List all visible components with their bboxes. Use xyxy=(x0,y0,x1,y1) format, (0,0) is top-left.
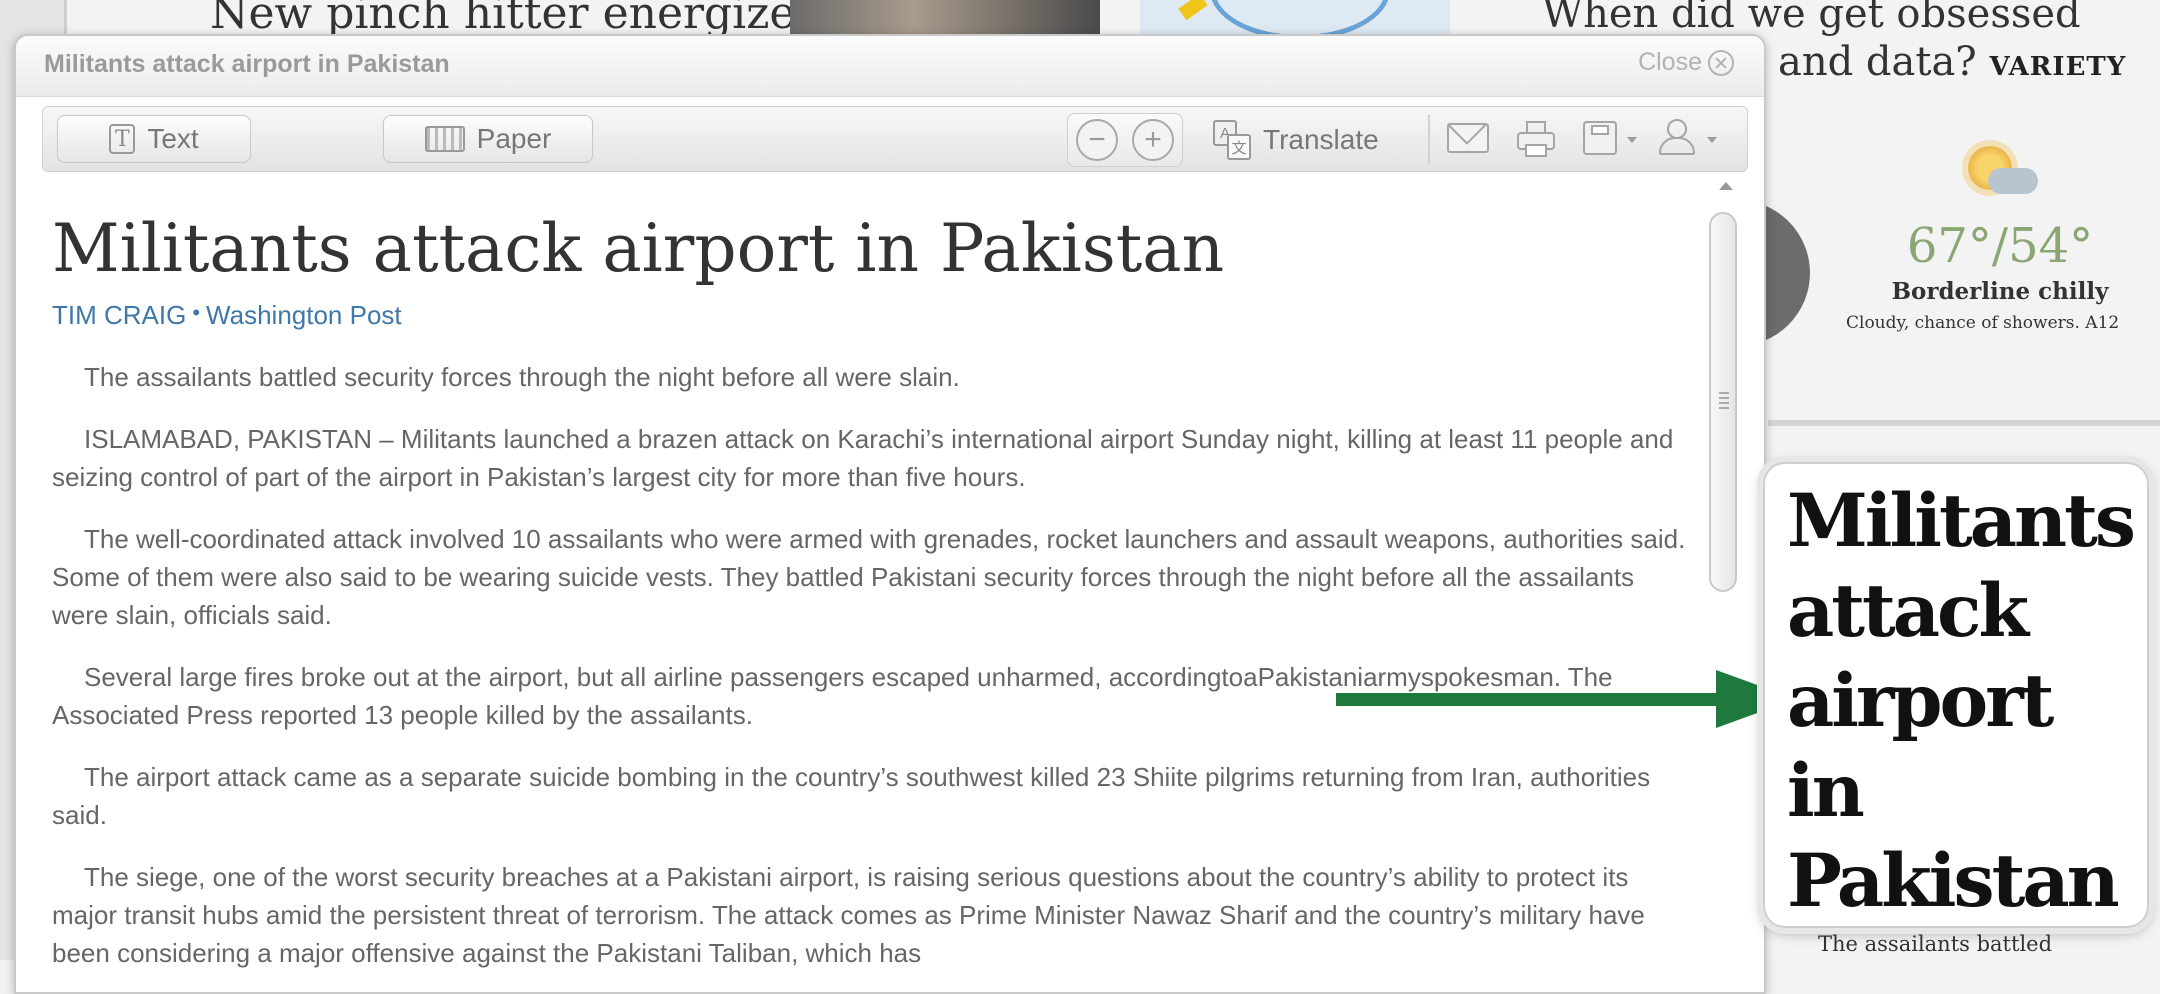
reader-window: Militants attack airport in Pakistan Clo… xyxy=(14,34,1766,994)
print-icon-paper xyxy=(1525,144,1547,157)
byline-separator: • xyxy=(192,300,201,325)
scrollbar-thumb[interactable] xyxy=(1709,212,1737,592)
save-caret-icon xyxy=(1627,137,1637,143)
translate-icon-back: 文 xyxy=(1227,134,1251,160)
article-paragraph: ISLAMABAD, PAKISTAN – Militants launched… xyxy=(52,424,1674,492)
reader-toolbar: T Text Paper − + A 文 Translate xyxy=(42,106,1748,172)
arrow-icon xyxy=(1336,670,1796,728)
save-icon xyxy=(1583,121,1617,155)
reader-titlebar: Militants attack airport in Pakistan Clo… xyxy=(16,36,1764,97)
paper-view-button[interactable]: Paper xyxy=(383,115,593,163)
save-button[interactable] xyxy=(1583,121,1643,163)
byline-publication[interactable]: Washington Post xyxy=(206,300,402,330)
paper-view-label: Paper xyxy=(476,123,552,154)
email-icon xyxy=(1447,123,1489,153)
zoom-out-icon[interactable]: − xyxy=(1076,119,1118,161)
headline-callout: Militants attack airport in Pakistan xyxy=(1763,462,2149,928)
article-byline: TIM CRAIG • Washington Post xyxy=(52,300,402,331)
share-icon xyxy=(1659,119,1699,155)
arrow-shaft xyxy=(1336,693,1724,706)
byline-author[interactable]: TIM CRAIG xyxy=(52,300,186,330)
translate-label: Translate xyxy=(1263,124,1379,155)
right-headline-line2-text: and data? xyxy=(1778,39,1977,85)
article-paragraph: The airport attack came as a separate su… xyxy=(52,762,1651,830)
background-article-snippet: The assailants battled xyxy=(1818,932,2053,956)
weather-detail: Cloudy, chance of showers. A12 xyxy=(1846,313,2120,333)
share-icon-head xyxy=(1667,119,1687,139)
translate-button[interactable]: A 文 Translate xyxy=(1213,117,1379,163)
translate-icon: A 文 xyxy=(1213,120,1253,160)
print-button[interactable] xyxy=(1517,121,1559,163)
weather-icon xyxy=(1960,140,2040,210)
text-icon: T xyxy=(109,124,136,154)
graphic-arc xyxy=(1210,0,1390,34)
text-view-button[interactable]: T Text xyxy=(57,115,251,163)
scroll-up-icon[interactable] xyxy=(1719,182,1733,190)
graphic-marker xyxy=(1178,0,1208,21)
weather-summary: Borderline chilly xyxy=(1891,278,2109,305)
zoom-controls: − + xyxy=(1067,113,1183,167)
share-caret-icon xyxy=(1707,137,1717,143)
background-photo xyxy=(790,0,1100,34)
background-divider xyxy=(1768,420,2160,426)
article-headline: Militants attack airport in Pakistan xyxy=(52,210,1225,287)
print-icon xyxy=(1517,121,1555,157)
weather-temperature: 67°/54° xyxy=(1906,218,2094,274)
share-icon-body xyxy=(1659,137,1695,155)
article-paragraph: The well-coordinated attack involved 10 … xyxy=(52,524,1686,630)
background-graphic xyxy=(1140,0,1450,36)
callout-headline: Militants attack airport in Pakistan xyxy=(1787,478,2136,924)
weather-widget: 67°/54° Borderline chilly Cloudy, chance… xyxy=(1840,140,2160,333)
headline-source: VARIETY xyxy=(1989,52,2127,82)
right-headline-line1: When did we get obsessed xyxy=(1542,0,2081,37)
article-paragraph: The assailants battled security forces t… xyxy=(84,362,960,392)
share-button[interactable] xyxy=(1659,119,1723,161)
article-content: Militants attack airport in Pakistan TIM… xyxy=(16,176,1716,992)
close-label: Close xyxy=(1638,48,1702,76)
close-button[interactable]: Close xyxy=(1638,48,1734,77)
close-icon xyxy=(1708,49,1734,76)
text-view-label: Text xyxy=(147,123,199,154)
scrollbar-grip xyxy=(1719,392,1729,410)
cloud-shape xyxy=(1988,168,2038,194)
toolbar-divider xyxy=(1428,115,1430,165)
article-paragraph: The siege, one of the worst security bre… xyxy=(52,862,1645,968)
email-button[interactable] xyxy=(1447,123,1489,165)
article-scrollbar[interactable] xyxy=(1704,172,1744,992)
window-title: Militants attack airport in Pakistan xyxy=(44,50,450,78)
zoom-in-icon[interactable]: + xyxy=(1132,119,1174,161)
paper-icon xyxy=(424,126,465,152)
